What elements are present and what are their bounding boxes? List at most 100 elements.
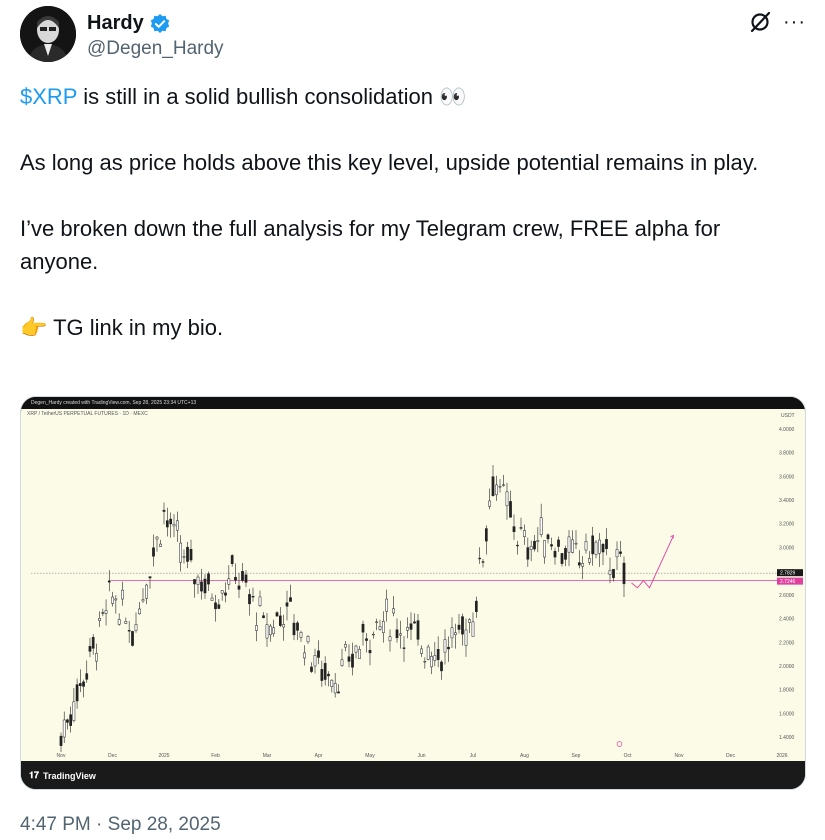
candle-body [529, 546, 533, 550]
candle-body [539, 517, 543, 535]
candle-body [323, 663, 327, 680]
candle-body [217, 604, 221, 609]
candle-body [523, 530, 526, 538]
x-tick-label: 2026 [776, 753, 787, 759]
candle-body [605, 539, 608, 550]
cashtag-link[interactable]: $XRP [20, 84, 77, 109]
chart-caption: Degen_Hardy created with TradingView.com… [21, 397, 805, 409]
chart-area: XRP / TetherUS PERPETUAL FUTURES · 1D · … [21, 409, 805, 761]
candle-body [546, 534, 550, 540]
candle-body [536, 540, 540, 543]
candle-body [399, 633, 402, 636]
candle-body [82, 681, 85, 687]
x-tick-label: Jul [470, 753, 476, 759]
candle-body [564, 548, 567, 560]
candle-body [320, 669, 324, 681]
candle-body [310, 666, 313, 672]
candle-body [207, 573, 210, 585]
candle-body [622, 562, 626, 585]
candle-body [210, 597, 214, 601]
candle-body [512, 526, 516, 533]
candle-body [98, 618, 101, 621]
author-name-row: Hardy [87, 12, 171, 35]
grok-icon[interactable] [748, 10, 772, 34]
candle-body [175, 520, 179, 531]
candle-body [224, 592, 227, 596]
candle-body [91, 637, 95, 649]
candle-body [457, 624, 461, 630]
candle-body [584, 541, 588, 551]
candle-body [426, 646, 430, 660]
candle-body [107, 580, 111, 583]
candle-body [282, 624, 286, 628]
candle-body [313, 654, 317, 667]
candle-body [430, 656, 433, 668]
candle-body [344, 644, 347, 648]
candle-body [481, 561, 485, 563]
candle-body [66, 719, 69, 723]
candle-body [598, 539, 601, 554]
candle-body [340, 659, 344, 666]
candle-body [361, 623, 365, 633]
tradingview-brand: TradingView [43, 770, 96, 781]
candle-body [148, 576, 152, 579]
y-tick-label: 4.0000 [779, 427, 795, 433]
candle-body [179, 542, 183, 563]
x-tick-label: Nov [675, 753, 684, 759]
candle-body [117, 619, 121, 625]
candle-body [354, 645, 358, 653]
candle-body [258, 596, 262, 606]
tweet-paragraph-1: $XRP is still in a solid bullish consoli… [20, 80, 795, 113]
projection-path [631, 535, 674, 589]
candle-body [244, 574, 248, 583]
candle-body [193, 579, 196, 585]
candle-body [581, 563, 585, 567]
candle-body [62, 719, 66, 738]
candle-body [317, 650, 320, 658]
candle-body [134, 624, 138, 631]
price-chart-svg: 4.00003.80003.60003.40003.20003.00002.80… [31, 427, 803, 759]
candle-body [461, 616, 464, 635]
candle-body [278, 615, 282, 626]
tweet-media-chart[interactable]: Degen_Hardy created with TradingView.com… [20, 396, 806, 790]
candle-body [526, 547, 530, 560]
candle-body [495, 484, 498, 496]
y-tick-label: 2.0000 [779, 664, 795, 670]
candle-body [423, 661, 427, 663]
candle-body [388, 636, 392, 642]
candle-body [95, 653, 98, 662]
author-name[interactable]: Hardy [87, 12, 144, 35]
candle-body [577, 562, 581, 566]
candle-body [203, 578, 207, 594]
candle-body [306, 635, 310, 643]
candle-body [601, 544, 605, 553]
pointing-hand-icon: 👉 [20, 315, 48, 340]
candle-body [420, 648, 423, 654]
tweet-timestamp[interactable]: 4:47 PM · Sep 28, 2025 [20, 814, 221, 836]
avatar[interactable] [20, 6, 76, 62]
more-icon[interactable]: ··· [783, 12, 806, 32]
candle-body [587, 558, 591, 563]
candle-body [248, 594, 251, 605]
tweet-paragraph-3: I’ve broken down the full analysis for m… [20, 216, 721, 274]
tweet-paragraph-2: As long as price holds above this key le… [20, 150, 759, 175]
candle-body [533, 540, 536, 550]
author-handle[interactable]: @Degen_Hardy [87, 38, 224, 60]
candle-body [447, 646, 450, 650]
candle-body [138, 608, 141, 615]
candle-body [502, 484, 505, 486]
y-tick-label: 1.6000 [779, 711, 795, 717]
candle-body [114, 598, 118, 601]
candle-body [155, 536, 159, 540]
candle-body [127, 630, 131, 632]
candle-body [255, 625, 258, 631]
candle-body [395, 629, 399, 639]
candle-body [516, 544, 519, 547]
x-tick-label: Mar [263, 753, 272, 759]
tweet-text: $XRP is still in a solid bullish consoli… [20, 80, 795, 344]
x-tick-label: Oct [624, 753, 632, 759]
x-tick-label: Dec [108, 753, 117, 759]
x-tick-label: Jun [417, 753, 425, 759]
candle-body [471, 621, 475, 637]
candle-body [262, 615, 265, 618]
